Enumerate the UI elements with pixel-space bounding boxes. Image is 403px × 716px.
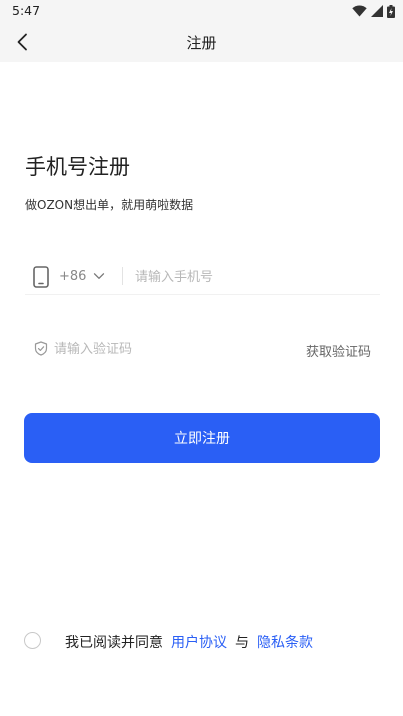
privacy-terms-link[interactable]: 隐私条款 [257, 635, 313, 651]
agreement-checkbox[interactable] [24, 632, 41, 649]
user-agreement-link[interactable]: 用户协议 [171, 635, 227, 651]
page-subtitle: 做OZON想出单，就用萌啦数据 [25, 198, 194, 212]
phone-icon [33, 266, 49, 288]
register-button[interactable]: 立即注册 [24, 413, 380, 463]
country-code[interactable]: +86 [59, 269, 86, 284]
status-bar: 5:47 [0, 0, 403, 22]
status-icons [352, 4, 395, 18]
status-time: 5:47 [12, 3, 41, 18]
get-code-button[interactable]: 获取验证码 [306, 341, 371, 360]
field-divider [122, 267, 123, 285]
agreement-text: 我已阅读并同意 用户协议与隐私条款 [65, 632, 313, 652]
agreement-row: 我已阅读并同意 用户协议与隐私条款 [24, 631, 384, 651]
wifi-icon [352, 5, 367, 17]
shield-check-icon [34, 341, 48, 356]
chevron-down-icon[interactable] [93, 270, 105, 282]
page-title: 手机号注册 [25, 155, 130, 179]
battery-charging-icon [387, 4, 395, 18]
phone-input[interactable] [135, 266, 375, 288]
signal-icon [371, 5, 383, 17]
header-title: 注册 [186, 34, 217, 52]
code-field-row: 获取验证码 [25, 334, 380, 364]
app-header: 注册 [0, 22, 403, 62]
agreement-and: 与 [235, 635, 249, 651]
phone-field-row: +86 [25, 260, 380, 295]
agreement-prefix: 我已阅读并同意 [65, 635, 163, 651]
verification-code-input[interactable] [54, 338, 254, 360]
